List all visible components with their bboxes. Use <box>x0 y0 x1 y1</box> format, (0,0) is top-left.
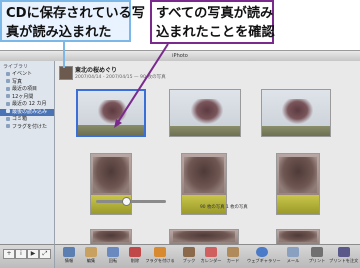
slideshow-icon[interactable]: ▶ <box>27 249 39 259</box>
mail-label: メール <box>286 258 300 263</box>
bottom-toolbar: 情報 編集 回転 削除 フラグを付ける ブック カレンダー カード ウェブギャラ… <box>55 244 360 268</box>
photo-thumbnail[interactable] <box>276 229 320 244</box>
sidebar-item-label: フラグを付けた <box>12 123 48 130</box>
callout-confirm-all: すべての写真が読み 込まれたことを確認 <box>150 0 275 44</box>
photo-thumbnail[interactable] <box>169 89 241 137</box>
book-icon <box>183 247 195 257</box>
zoom-slider-knob[interactable] <box>122 197 131 206</box>
window-title: iPhoto <box>172 53 188 59</box>
order-prints-icon <box>337 247 350 257</box>
photos-icon <box>6 79 10 83</box>
events-icon <box>6 71 10 76</box>
card-label: カード <box>226 258 240 263</box>
info-label: 情報 <box>64 258 74 263</box>
fullscreen-icon[interactable]: ⤢ <box>39 249 51 259</box>
photo-thumbnail[interactable] <box>90 229 132 244</box>
photo-thumbnail[interactable] <box>169 229 239 244</box>
recent-icon <box>6 86 10 91</box>
sidebar-footer: + i ▶ ⤢ <box>0 244 55 268</box>
sidebar-item-label: 写真 <box>12 78 23 85</box>
card-icon <box>227 247 239 257</box>
book-button[interactable]: ブック <box>177 247 201 267</box>
web-gallery-button[interactable]: ウェブギャラリー <box>247 247 281 267</box>
sidebar-item-recent[interactable]: 最近の項目 <box>0 86 54 94</box>
calendar-icon <box>6 94 10 98</box>
delete-label: 削除 <box>130 258 140 263</box>
event-title: 東北の桜めぐり <box>75 67 118 74</box>
photo-thumbnail[interactable] <box>261 89 331 137</box>
edit-button[interactable]: 編集 <box>79 247 103 267</box>
sidebar-item-label: 最近の 12 カ月 <box>12 101 47 107</box>
sidebar-item-label: イベント <box>12 71 33 77</box>
card-button[interactable]: カード <box>221 247 245 267</box>
sidebar-item-last-12-months[interactable]: 最近の 12 カ月 <box>0 101 54 109</box>
callout-right-line2: 込まれたことを確認 <box>156 25 275 40</box>
photo-thumbnail[interactable] <box>276 153 320 215</box>
info-icon <box>63 247 75 257</box>
flag-icon <box>154 247 166 257</box>
photo-count: 90 枚の写真 1 枚の写真 <box>200 205 248 210</box>
pencil-icon <box>85 247 97 257</box>
rotate-button[interactable]: 回転 <box>101 247 125 267</box>
edit-label: 編集 <box>86 258 96 263</box>
info-icon[interactable]: i <box>15 249 27 259</box>
photo-thumbnail[interactable] <box>76 89 146 137</box>
photo-browser: 東北の桜めぐり 2007/04/14 - 2007/04/15 — 90 枚の写… <box>55 61 360 244</box>
sidebar-item-flagged[interactable]: フラグを付けた <box>0 124 54 132</box>
callout-right-line1: すべての写真が読み <box>156 6 274 21</box>
source-list: ライブラリ イベント 写真 最近の項目 12ヶ月間 最近の 12 カ月 最後の読… <box>0 61 55 244</box>
callout-left-line2: 真が読み込まれた <box>6 25 112 40</box>
rotate-icon <box>107 247 119 257</box>
sidebar-item-label: 最後の読み込み <box>12 108 48 115</box>
calendar-button[interactable]: カレンダー <box>199 247 223 267</box>
printer-icon <box>311 247 323 257</box>
sidebar-item-label: 12ヶ月間 <box>12 93 34 100</box>
trash-icon <box>6 116 10 121</box>
import-icon <box>6 109 10 113</box>
book-label: ブック <box>182 258 196 263</box>
callout-left-line1: CDに保存されている写 <box>6 6 145 21</box>
flag-button[interactable]: フラグを付ける <box>145 247 175 267</box>
mail-button[interactable]: メール <box>281 247 305 267</box>
zoom-slider-track[interactable] <box>96 200 166 203</box>
sidebar-header: ライブラリ <box>3 64 29 70</box>
delete-icon <box>129 247 141 257</box>
sidebar-item-label: 最近の項目 <box>12 86 38 92</box>
flag-label: フラグを付ける <box>145 258 175 263</box>
flag-icon <box>6 124 10 128</box>
delete-button[interactable]: 削除 <box>123 247 147 267</box>
callout-photos-loaded: CDに保存されている写 真が読み込まれた <box>0 0 145 42</box>
add-icon[interactable]: + <box>3 249 15 259</box>
event-subtitle: 2007/04/14 - 2007/04/15 — 90 枚の写真 <box>75 75 166 80</box>
event-key-photo[interactable] <box>59 66 73 80</box>
sidebar-item-trash[interactable]: ゴミ箱 <box>0 116 54 124</box>
order-prints-label: プリントを注文 <box>329 258 359 263</box>
order-prints-button[interactable]: プリントを注文 <box>329 247 358 267</box>
sidebar-item-label: ゴミ箱 <box>12 116 28 122</box>
calendar-icon <box>205 247 217 257</box>
calendar-label: カレンダー <box>200 258 222 263</box>
calendar-icon <box>6 101 10 106</box>
print-label: プリント <box>308 258 326 263</box>
info-button[interactable]: 情報 <box>57 247 81 267</box>
sidebar-item-12-months[interactable]: 12ヶ月間 <box>0 94 54 102</box>
web-gallery-label: ウェブギャラリー <box>247 258 281 263</box>
event-header: 東北の桜めぐり 2007/04/14 - 2007/04/15 — 90 枚の写… <box>57 63 357 83</box>
sidebar-item-last-import[interactable]: 最後の読み込み <box>0 108 54 116</box>
rotate-label: 回転 <box>108 258 118 263</box>
print-button[interactable]: プリント <box>305 247 329 267</box>
iphoto-window: iPhoto ライブラリ イベント 写真 最近の項目 12ヶ月間 最近の 12 … <box>0 50 360 268</box>
mail-icon <box>287 247 299 257</box>
sidebar-item-photos[interactable]: 写真 <box>0 79 54 87</box>
globe-icon <box>256 247 268 257</box>
sidebar-item-events[interactable]: イベント <box>0 71 54 79</box>
